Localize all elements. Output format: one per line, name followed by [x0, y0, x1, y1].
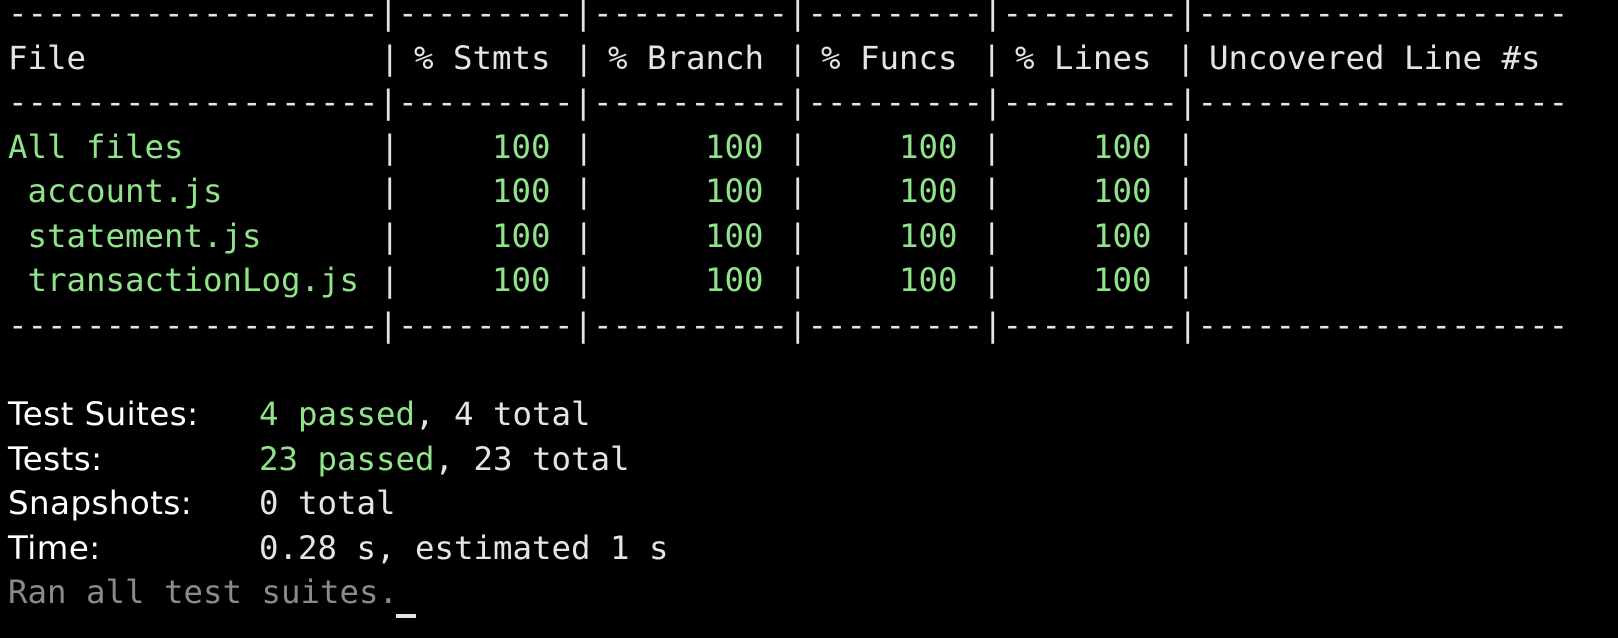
tests-total: , 23 total [434, 440, 630, 478]
summary-label: Test Suites: [8, 395, 199, 433]
summary-label: Snapshots: [8, 484, 193, 522]
row-lines: 100 [1093, 217, 1152, 255]
snapshots-value: 0 total [259, 484, 396, 522]
header-branch: % Branch [608, 39, 765, 77]
header-file: File [8, 39, 87, 77]
summary-time: Time: 0.28 s, estimated 1 s [8, 525, 669, 571]
row-funcs: 100 [899, 217, 958, 255]
row-funcs: 100 [899, 128, 958, 166]
row-lines: 100 [1093, 172, 1152, 210]
row-lines: 100 [1093, 261, 1152, 299]
header-uncovered: Uncovered Line #s [1209, 39, 1541, 77]
table-row: All files | 100 | 100 | 100 | 100 | [8, 124, 1196, 170]
row-branch: 100 [705, 172, 764, 210]
row-file: transactionLog.js [8, 261, 360, 299]
row-stmts: 100 [492, 172, 551, 210]
table-separator-header: -------------------|---------|----------… [8, 83, 1569, 121]
suites-total: , 4 total [415, 395, 591, 433]
summary-snapshots: Snapshots: 0 total [8, 480, 396, 526]
row-lines: 100 [1093, 128, 1152, 166]
row-file: account.js [8, 172, 223, 210]
row-funcs: 100 [899, 172, 958, 210]
header-stmts: % Stmts [414, 39, 551, 77]
summary-label: Time: [8, 529, 101, 567]
table-separator-bottom: -------------------|---------|----------… [8, 306, 1569, 344]
header-funcs: % Funcs [821, 39, 958, 77]
summary-label: Tests: [8, 440, 103, 478]
row-branch: 100 [705, 261, 764, 299]
row-branch: 100 [705, 128, 764, 166]
table-row: transactionLog.js | 100 | 100 | 100 | 100 | [8, 257, 1196, 303]
row-branch: 100 [705, 217, 764, 255]
table-separator-top: -------------------|---------|----------… [8, 0, 1569, 32]
row-stmts: 100 [492, 217, 551, 255]
table-header-row: File | % Stmts | % Branch | % Funcs | % Line… [8, 35, 1541, 81]
summary-tests: Tests: 23 passed, 23 total [8, 436, 630, 482]
footer-message: Ran all test suites. [8, 573, 399, 611]
time-value: 0.28 s, estimated 1 s [259, 529, 669, 567]
row-file: statement.js [8, 217, 262, 255]
table-row: account.js | 100 | 100 | 100 | 100 | [8, 168, 1196, 214]
row-stmts: 100 [492, 128, 551, 166]
row-stmts: 100 [492, 261, 551, 299]
row-funcs: 100 [899, 261, 958, 299]
tests-passed: 23 passed [259, 440, 435, 478]
terminal-cursor [396, 614, 416, 618]
summary-test-suites: Test Suites: 4 passed, 4 total [8, 391, 591, 437]
header-lines: % Lines [1015, 39, 1152, 77]
table-row: statement.js | 100 | 100 | 100 | 100 | [8, 213, 1196, 259]
suites-passed: 4 passed [259, 395, 416, 433]
row-file: All files [8, 128, 184, 166]
terminal-output: -------------------|---------|----------… [8, 0, 1618, 638]
